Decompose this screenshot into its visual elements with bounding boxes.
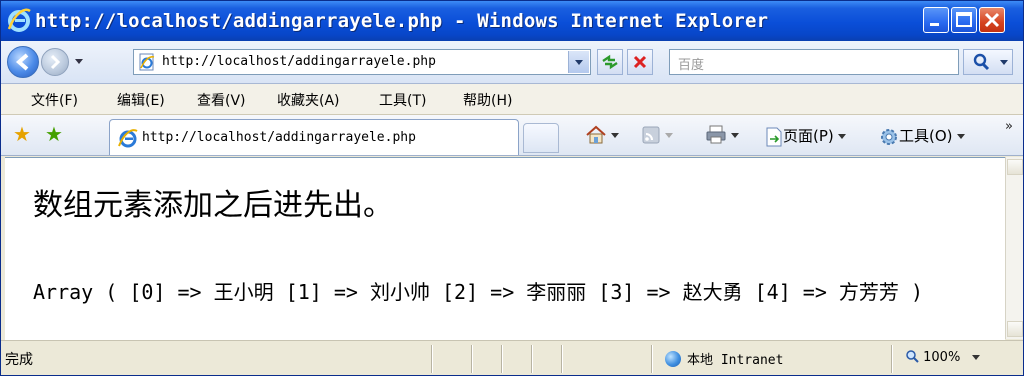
feeds-icon: [642, 126, 660, 144]
new-tab-button[interactable]: [523, 123, 559, 153]
forward-arrow-icon: [50, 54, 61, 70]
page-icon: [139, 53, 155, 71]
gear-icon: [881, 128, 897, 145]
zoom-control[interactable]: 100%: [905, 349, 981, 365]
back-button[interactable]: [7, 46, 39, 78]
status-divider: [651, 345, 653, 373]
home-button[interactable]: [585, 125, 619, 145]
status-divider: [531, 345, 533, 373]
menu-view[interactable]: 查看(V): [197, 90, 246, 110]
menu-edit[interactable]: 编辑(E): [117, 90, 165, 110]
page-heading: 数组元素添加之后进先出。: [33, 188, 393, 223]
search-button[interactable]: [963, 49, 1013, 75]
favorites-bar: ★ ★ http://localhost/addingarrayele.php: [1, 115, 1023, 156]
scroll-down-button[interactable]: [1007, 321, 1023, 337]
window-title: http://localhost/addingarrayele.php - Wi…: [35, 10, 769, 32]
print-dropdown-icon[interactable]: [731, 132, 739, 138]
internet-explorer-icon: [118, 129, 138, 148]
security-zone[interactable]: 本地 Intranet: [665, 349, 783, 368]
page-menu-button[interactable]: 页面(P): [765, 125, 846, 147]
status-text: 完成: [5, 352, 33, 368]
back-arrow-icon: [15, 53, 29, 71]
search-placeholder: 百度: [678, 58, 705, 73]
feeds-button[interactable]: [641, 125, 673, 145]
tools-dropdown-icon: [956, 134, 965, 139]
menu-tools[interactable]: 工具(T): [379, 90, 426, 110]
maximize-icon: [956, 12, 972, 27]
tools-menu-button[interactable]: 工具(O): [879, 125, 965, 147]
address-toolbar: http://localhost/addingarrayele.php 百度: [1, 41, 1023, 84]
array-output: Array ( [0] => 王小明 [1] => 刘小帅 [2] => 李丽丽…: [33, 280, 924, 304]
close-button[interactable]: [979, 7, 1005, 33]
search-icon: [973, 53, 990, 71]
feeds-dropdown-icon[interactable]: [665, 132, 673, 138]
page-icon: [766, 127, 782, 146]
refresh-button[interactable]: [597, 49, 623, 75]
add-favorites-icon[interactable]: ★: [45, 124, 63, 144]
menu-favorites[interactable]: 收藏夹(A): [277, 90, 340, 110]
tab-label: http://localhost/addingarrayele.php: [142, 130, 416, 145]
zoom-dropdown-icon: [972, 355, 981, 360]
home-icon: [586, 125, 606, 144]
internet-explorer-icon: [7, 8, 31, 32]
home-dropdown-icon[interactable]: [611, 132, 619, 138]
page-menu-label: 页面(P): [783, 127, 834, 145]
browser-window: http://localhost/addingarrayele.php - Wi…: [0, 0, 1024, 376]
address-bar[interactable]: http://localhost/addingarrayele.php: [133, 49, 591, 75]
status-bar: 完成 本地 Intranet 100%: [1, 340, 1023, 375]
address-dropdown-button[interactable]: [568, 51, 589, 73]
zoom-level: 100%: [923, 350, 961, 365]
minimize-button[interactable]: [923, 7, 949, 33]
status-divider: [561, 345, 563, 373]
status-divider: [891, 345, 893, 373]
status-divider: [501, 345, 503, 373]
search-dropdown-icon[interactable]: [1000, 60, 1008, 65]
scroll-up-button[interactable]: [1007, 159, 1023, 175]
print-button[interactable]: [705, 125, 739, 145]
menu-file[interactable]: 文件(F): [31, 90, 78, 110]
history-dropdown-icon[interactable]: [75, 59, 83, 64]
menu-help[interactable]: 帮助(H): [463, 90, 512, 110]
status-divider: [431, 345, 433, 373]
chevron-more-icon[interactable]: »: [1005, 119, 1013, 134]
tools-menu-label: 工具(O): [899, 127, 953, 145]
page-dropdown-icon: [837, 134, 846, 139]
maximize-button[interactable]: [951, 7, 977, 33]
print-icon: [706, 125, 726, 144]
close-icon: [984, 12, 1000, 28]
favorites-center-icon[interactable]: ★: [13, 124, 31, 144]
tab-current[interactable]: http://localhost/addingarrayele.php: [109, 119, 519, 155]
stop-icon: [633, 55, 647, 69]
vertical-scrollbar[interactable]: [1005, 157, 1023, 339]
magnifier-icon: [906, 350, 919, 363]
stop-button[interactable]: [627, 49, 653, 75]
menu-bar: 文件(F) 编辑(E) 查看(V) 收藏夹(A) 工具(T) 帮助(H): [1, 84, 1023, 115]
page-content: 数组元素添加之后进先出。 Array ( [0] => 王小明 [1] => 刘…: [5, 157, 1005, 340]
forward-button[interactable]: [41, 48, 69, 76]
status-divider: [471, 345, 473, 373]
title-bar[interactable]: http://localhost/addingarrayele.php - Wi…: [1, 1, 1023, 41]
minimize-icon: [930, 23, 939, 26]
address-input[interactable]: http://localhost/addingarrayele.php: [162, 54, 436, 69]
globe-icon: [665, 351, 681, 367]
refresh-icon: [602, 54, 618, 70]
zone-label: 本地 Intranet: [687, 353, 784, 368]
search-input[interactable]: 百度: [669, 49, 959, 75]
